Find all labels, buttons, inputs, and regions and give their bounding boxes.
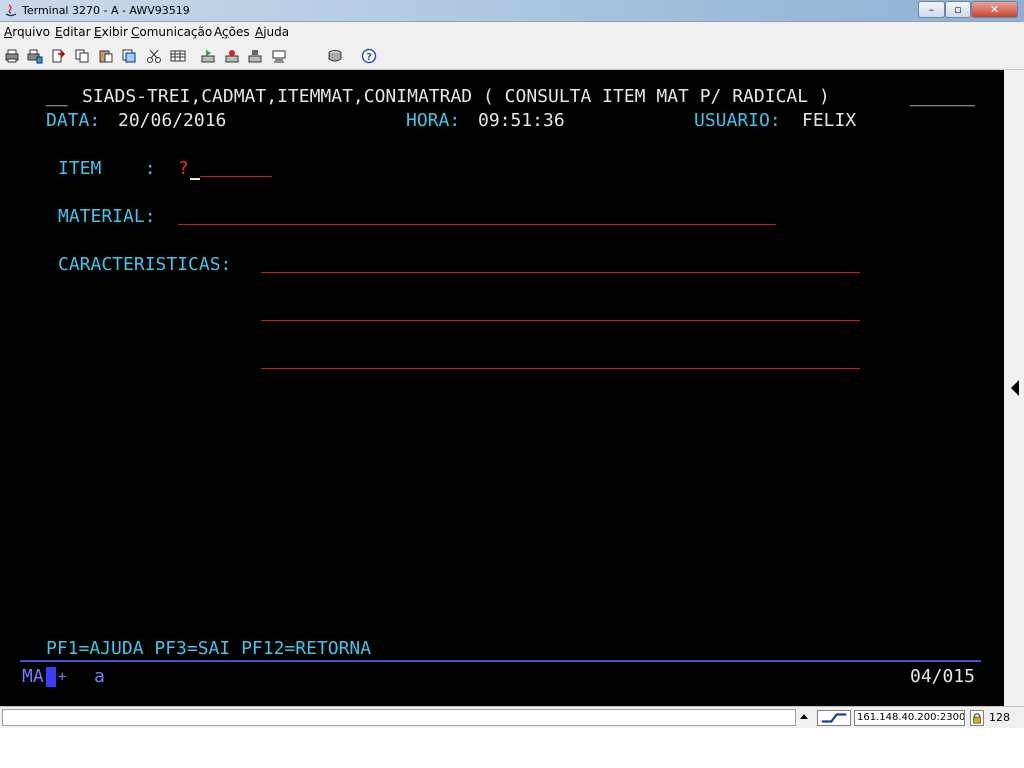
hora-label: HORA: <box>406 110 461 131</box>
svg-text:?: ? <box>366 52 372 63</box>
disk-icon[interactable] <box>327 48 343 64</box>
oia-mode: MA <box>22 666 44 687</box>
material-field[interactable] <box>178 224 776 225</box>
status-message-field <box>2 709 796 726</box>
caracteristicas-label: CARACTERISTICAS: <box>58 254 232 275</box>
header-prefix: __ <box>46 86 68 107</box>
material-label: MATERIAL: <box>58 206 156 227</box>
help-icon[interactable]: ? <box>361 48 377 64</box>
host-address: 161.148.40.200:23000 <box>854 710 965 726</box>
title-bar: Terminal 3270 - A - AWV93519 – ▫ ✕ <box>0 0 1024 22</box>
caracteristicas-field-3[interactable] <box>261 368 860 369</box>
oia-plus: + <box>58 669 67 685</box>
key-length: 128 <box>989 711 1010 724</box>
macro-record-icon[interactable] <box>224 48 240 64</box>
menu-bar: Arquivo Editar Exibir Comunicação Ações … <box>0 22 1024 42</box>
oia-indicator: a <box>94 666 105 687</box>
collapse-arrow-icon[interactable] <box>1011 380 1019 396</box>
menu-exibir[interactable]: Exibir <box>94 25 128 39</box>
oia-divider <box>20 660 981 662</box>
pf-keys-help: PF1=AJUDA PF3=SAI PF12=RETORNA <box>46 638 372 659</box>
oia-cursor-block <box>46 667 56 687</box>
caracteristicas-field-2[interactable] <box>261 320 860 321</box>
toolbar: ? <box>0 42 1024 70</box>
menu-acoes[interactable]: Ações <box>214 25 250 39</box>
item-field-underline <box>200 176 272 177</box>
terminal-screen[interactable]: __ SIADS-TREI,CADMAT,ITEMMAT,CONIMATRAD … <box>0 70 1004 706</box>
data-label: DATA: <box>46 110 101 131</box>
select-all-icon[interactable] <box>170 48 186 64</box>
data-value: 20/06/2016 <box>118 110 227 131</box>
cut-icon[interactable] <box>146 48 162 64</box>
menu-editar[interactable]: Editar <box>55 25 91 39</box>
connection-icon <box>817 710 851 726</box>
minimize-button[interactable]: – <box>918 1 945 18</box>
close-button[interactable]: ✕ <box>971 1 1018 18</box>
bottom-blank-area <box>0 728 1024 768</box>
hora-value: 09:51:36 <box>478 110 565 131</box>
item-input[interactable]: ? <box>178 159 189 179</box>
print-screen-icon[interactable] <box>4 48 20 64</box>
print-setup-icon[interactable] <box>27 48 43 64</box>
header-suffix: ______ <box>910 86 976 107</box>
maximize-button[interactable]: ▫ <box>945 1 971 18</box>
keyboard-map-icon[interactable] <box>271 48 287 64</box>
menu-comunicacao[interactable]: Comunicação <box>131 25 212 39</box>
macro-play-icon[interactable] <box>200 48 216 64</box>
usuario-label: USUARIO: <box>694 110 781 131</box>
item-label: ITEM : <box>58 158 156 179</box>
copy-append-icon[interactable] <box>121 48 137 64</box>
paste-icon[interactable] <box>98 48 114 64</box>
menu-arquivo[interactable]: Arquivo <box>4 25 50 39</box>
send-file-icon[interactable] <box>50 48 66 64</box>
lock-icon <box>970 710 984 726</box>
cursor-position: 04/015 <box>910 666 976 687</box>
text-cursor <box>190 178 200 180</box>
java-app-icon <box>5 4 17 17</box>
scroll-up-icon[interactable] <box>800 714 808 719</box>
copy-icon[interactable] <box>74 48 90 64</box>
screen-header: SIADS-TREI,CADMAT,ITEMMAT,CONIMATRAD ( C… <box>82 86 830 107</box>
status-bar: 161.148.40.200:23000 128 <box>0 706 1024 728</box>
menu-ajuda[interactable]: Ajuda <box>255 25 289 39</box>
side-scrollbar[interactable] <box>1004 70 1024 706</box>
usuario-value: FELIX <box>802 110 857 131</box>
caracteristicas-field-1[interactable] <box>261 272 860 273</box>
macro-stop-icon[interactable] <box>247 48 263 64</box>
window-title: Terminal 3270 - A - AWV93519 <box>22 4 190 17</box>
